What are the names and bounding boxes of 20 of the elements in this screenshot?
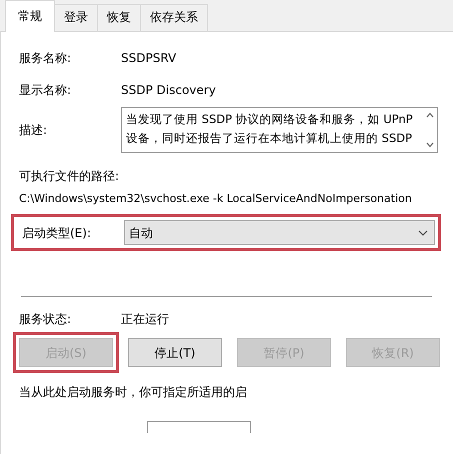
field-label: 启动类型(E): — [21, 224, 92, 242]
field-label: 显示名称: — [18, 82, 72, 99]
field-label: 服务状态: — [18, 311, 72, 328]
caret-icon — [418, 230, 428, 236]
scroll-down-icon[interactable] — [426, 142, 434, 148]
field-label: 服务名称: — [18, 50, 72, 67]
tab[interactable]: 常规 — [5, 0, 55, 32]
field-label: 可执行文件的路径: — [18, 168, 120, 185]
tab[interactable]: 依存关系 — [140, 4, 208, 31]
input-field[interactable] — [147, 421, 251, 433]
field-value: SSDPSRV — [121, 50, 176, 67]
field-value: SSDP Discovery — [121, 82, 216, 99]
field-label: 描述: — [18, 122, 48, 139]
startup-type-dropdown[interactable]: 自动 — [124, 220, 435, 245]
path-value: C:\Windows\system32\svchost.exe -k LocalServiceAndNoImpersonation — [18, 191, 413, 207]
action-button[interactable]: 停止(T) — [128, 338, 222, 367]
field-value: 正在运行 — [121, 311, 169, 328]
hint-text: 当从此处启动服务时，你可指定所适用的启 — [18, 384, 248, 401]
description-box[interactable]: 当发现了使用 SSDP 协议的网络设备和服务，如 UPnP 设备，同时还报告了运行在本地计算机上使用的 SSDP — [121, 107, 438, 153]
scroll-up-icon[interactable] — [426, 112, 434, 118]
